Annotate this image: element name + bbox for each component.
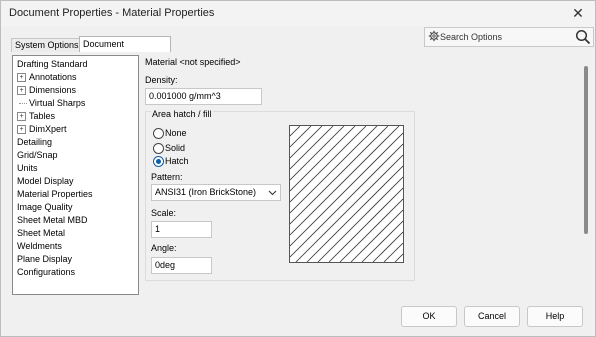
radio-solid-circle[interactable] — [153, 143, 164, 154]
expand-icon[interactable]: + — [17, 112, 26, 121]
close-icon[interactable]: ✕ — [569, 4, 587, 22]
scale-label: Scale: — [151, 208, 177, 218]
density-label: Density: — [145, 75, 178, 85]
pattern-value: ANSI31 (Iron BrickStone) — [155, 187, 257, 197]
density-field[interactable]: 0.001000 g/mm^3 — [145, 88, 262, 105]
gear-icon[interactable] — [428, 30, 440, 42]
tree-item-material-properties[interactable]: Material Properties — [17, 188, 93, 200]
tree-item-configurations[interactable]: Configurations — [17, 266, 75, 278]
material-properties-panel: Material <not specified> Density: 0.0010… — [141, 55, 581, 293]
radio-none-label: None — [165, 128, 187, 138]
radio-hatch-label: Hatch — [165, 156, 189, 166]
tab-system-options[interactable]: System Options — [11, 38, 83, 52]
tree-item-tables[interactable]: + Tables — [17, 110, 55, 122]
tree-item-plane-display[interactable]: Plane Display — [17, 253, 72, 265]
tree-item-grid-snap[interactable]: Grid/Snap — [17, 149, 58, 161]
tab-document-properties[interactable]: Document Properties — [79, 36, 171, 64]
tree-item-units[interactable]: Units — [17, 162, 38, 174]
radio-solid-label: Solid — [165, 143, 186, 153]
material-label: Material <not specified> — [145, 57, 241, 67]
expand-icon[interactable]: + — [17, 125, 26, 134]
help-button[interactable]: Help — [527, 306, 583, 327]
radio-none-circle[interactable] — [153, 128, 164, 139]
angle-field[interactable]: 0deg — [151, 257, 212, 274]
angle-label: Angle: — [151, 243, 177, 253]
window-title: Document Properties - Material Propertie… — [9, 7, 215, 19]
tree-item-model-display[interactable]: Model Display — [17, 175, 74, 187]
tree-item-dimensions[interactable]: + Dimensions — [17, 84, 76, 96]
tree-item-sheet-metal-mbd[interactable]: Sheet Metal MBD — [17, 214, 88, 226]
radio-hatch-circle[interactable] — [153, 156, 164, 167]
cancel-button[interactable]: Cancel — [464, 306, 520, 327]
expand-icon[interactable]: + — [17, 86, 26, 95]
tree-item-virtual-sharps[interactable]: Virtual Sharps — [19, 97, 85, 109]
search-input[interactable]: Search Options — [440, 32, 502, 42]
tree-item-weldments[interactable]: Weldments — [17, 240, 62, 252]
pattern-select[interactable]: ANSI31 (Iron BrickStone) — [151, 184, 281, 201]
tree-item-annotations[interactable]: + Annotations — [17, 71, 77, 83]
tree-item-image-quality[interactable]: Image Quality — [17, 201, 73, 213]
tree-item-drafting-standard[interactable]: Drafting Standard — [17, 58, 88, 70]
title-bar: Document Properties - Material Propertie… — [1, 1, 595, 27]
hatch-preview — [289, 125, 404, 263]
area-hatch-label: Area hatch / fill — [151, 109, 213, 119]
scale-field[interactable]: 1 — [151, 221, 212, 238]
tree-item-dimxpert[interactable]: + DimXpert — [17, 123, 67, 135]
search-box[interactable]: Search Options — [424, 27, 594, 47]
expand-icon[interactable]: + — [17, 73, 26, 82]
tree-item-sheet-metal[interactable]: Sheet Metal — [17, 227, 65, 239]
options-tree: Drafting Standard + Annotations + Dimensio… — [12, 55, 139, 295]
pattern-label: Pattern: — [151, 172, 183, 182]
vertical-scrollbar[interactable] — [584, 66, 588, 234]
tree-item-detailing[interactable]: Detailing — [17, 136, 52, 148]
tree-line — [19, 103, 27, 104]
chevron-down-icon[interactable] — [268, 188, 277, 197]
dialog-window: Document Properties - Material Propertie… — [0, 0, 596, 337]
search-icon[interactable] — [575, 29, 591, 45]
ok-button[interactable]: OK — [401, 306, 457, 327]
